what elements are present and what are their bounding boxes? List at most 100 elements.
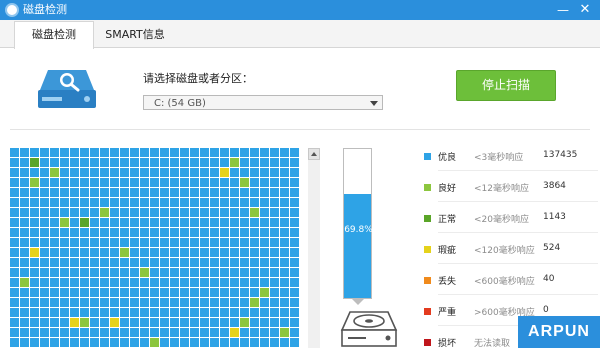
sector-cell (190, 298, 199, 307)
sector-cell (220, 308, 229, 317)
sector-cell (70, 208, 79, 217)
sector-cell (180, 308, 189, 317)
sector-cell (40, 298, 49, 307)
sector-cell (10, 238, 19, 247)
scrollbar[interactable] (308, 148, 320, 348)
stop-scan-button[interactable]: 停止扫描 (456, 70, 556, 101)
sector-cell (220, 168, 229, 177)
sector-cell (230, 148, 239, 157)
sector-cell (270, 298, 279, 307)
sector-cell (30, 268, 39, 277)
sector-cell (70, 278, 79, 287)
sector-cell (10, 298, 19, 307)
sector-cell (160, 248, 169, 257)
sector-cell (90, 278, 99, 287)
sector-cell (140, 328, 149, 337)
tab-disk-check[interactable]: 磁盘检测 (14, 21, 94, 49)
sector-cell (20, 168, 29, 177)
sector-cell (40, 188, 49, 197)
sector-cell (30, 198, 39, 207)
sector-cell (270, 178, 279, 187)
sector-cell (100, 268, 109, 277)
sector-cell (210, 158, 219, 167)
sector-cell (90, 288, 99, 297)
sector-cell (190, 228, 199, 237)
sector-cell (100, 278, 109, 287)
close-button[interactable]: ✕ (574, 0, 596, 20)
sector-cell (130, 258, 139, 267)
legend-separator (438, 201, 598, 202)
sector-cell (80, 218, 89, 227)
sector-cell (150, 148, 159, 157)
sector-cell (100, 308, 109, 317)
sector-cell (260, 198, 269, 207)
sector-cell (280, 228, 289, 237)
sector-cell (250, 338, 259, 347)
sector-cell (100, 148, 109, 157)
progress-fill (344, 194, 371, 298)
sector-cell (200, 208, 209, 217)
sector-cell (220, 198, 229, 207)
sector-cell (140, 228, 149, 237)
sector-cell (30, 308, 39, 317)
sector-cell (160, 198, 169, 207)
chevron-down-icon[interactable] (370, 101, 378, 106)
sector-cell (210, 268, 219, 277)
sector-cell (110, 218, 119, 227)
sector-cell (110, 238, 119, 247)
sector-cell (20, 198, 29, 207)
sector-cell (270, 238, 279, 247)
sector-cell (200, 318, 209, 327)
sector-cell (290, 208, 299, 217)
sector-cell (130, 268, 139, 277)
sector-cell (140, 288, 149, 297)
sector-cell (140, 148, 149, 157)
gauge-pointer (352, 299, 364, 305)
sector-cell (180, 248, 189, 257)
sector-cell (180, 158, 189, 167)
sector-cell (50, 188, 59, 197)
sector-cell (100, 258, 109, 267)
sector-cell (260, 258, 269, 267)
sector-cell (290, 218, 299, 227)
sector-cell (170, 178, 179, 187)
sector-cell (290, 168, 299, 177)
sector-cell (260, 328, 269, 337)
sector-cell (60, 268, 69, 277)
sector-cell (150, 198, 159, 207)
sector-cell (240, 218, 249, 227)
sector-cell (60, 318, 69, 327)
sector-cell (260, 188, 269, 197)
sector-cell (290, 188, 299, 197)
legend-count: 40 (543, 274, 555, 284)
sector-cell (170, 148, 179, 157)
sector-cell (50, 298, 59, 307)
sector-cell (210, 208, 219, 217)
sector-cell (150, 328, 159, 337)
legend-row-lost: 丢失 <600毫秒响应 40 (424, 272, 600, 300)
sector-cell (50, 278, 59, 287)
sector-cell (60, 228, 69, 237)
tab-smart-info[interactable]: SMART信息 (95, 22, 175, 47)
sector-cell (220, 208, 229, 217)
minimize-button[interactable]: — (552, 0, 574, 20)
scroll-up-button[interactable] (308, 148, 320, 160)
sector-cell (190, 148, 199, 157)
sector-cell (110, 298, 119, 307)
disk-select[interactable]: C: (54 GB) (143, 95, 383, 110)
sector-cell (80, 328, 89, 337)
sector-cell (150, 298, 159, 307)
sector-cell (50, 308, 59, 317)
sector-cell (190, 208, 199, 217)
sector-cell (230, 188, 239, 197)
sector-cell (150, 288, 159, 297)
sector-cell (110, 338, 119, 347)
sector-cell (230, 298, 239, 307)
sector-cell (170, 328, 179, 337)
sector-cell (130, 328, 139, 337)
sector-cell (80, 338, 89, 347)
sector-cell (280, 158, 289, 167)
sector-cell (280, 208, 289, 217)
sector-cell (130, 178, 139, 187)
sector-cell (260, 168, 269, 177)
